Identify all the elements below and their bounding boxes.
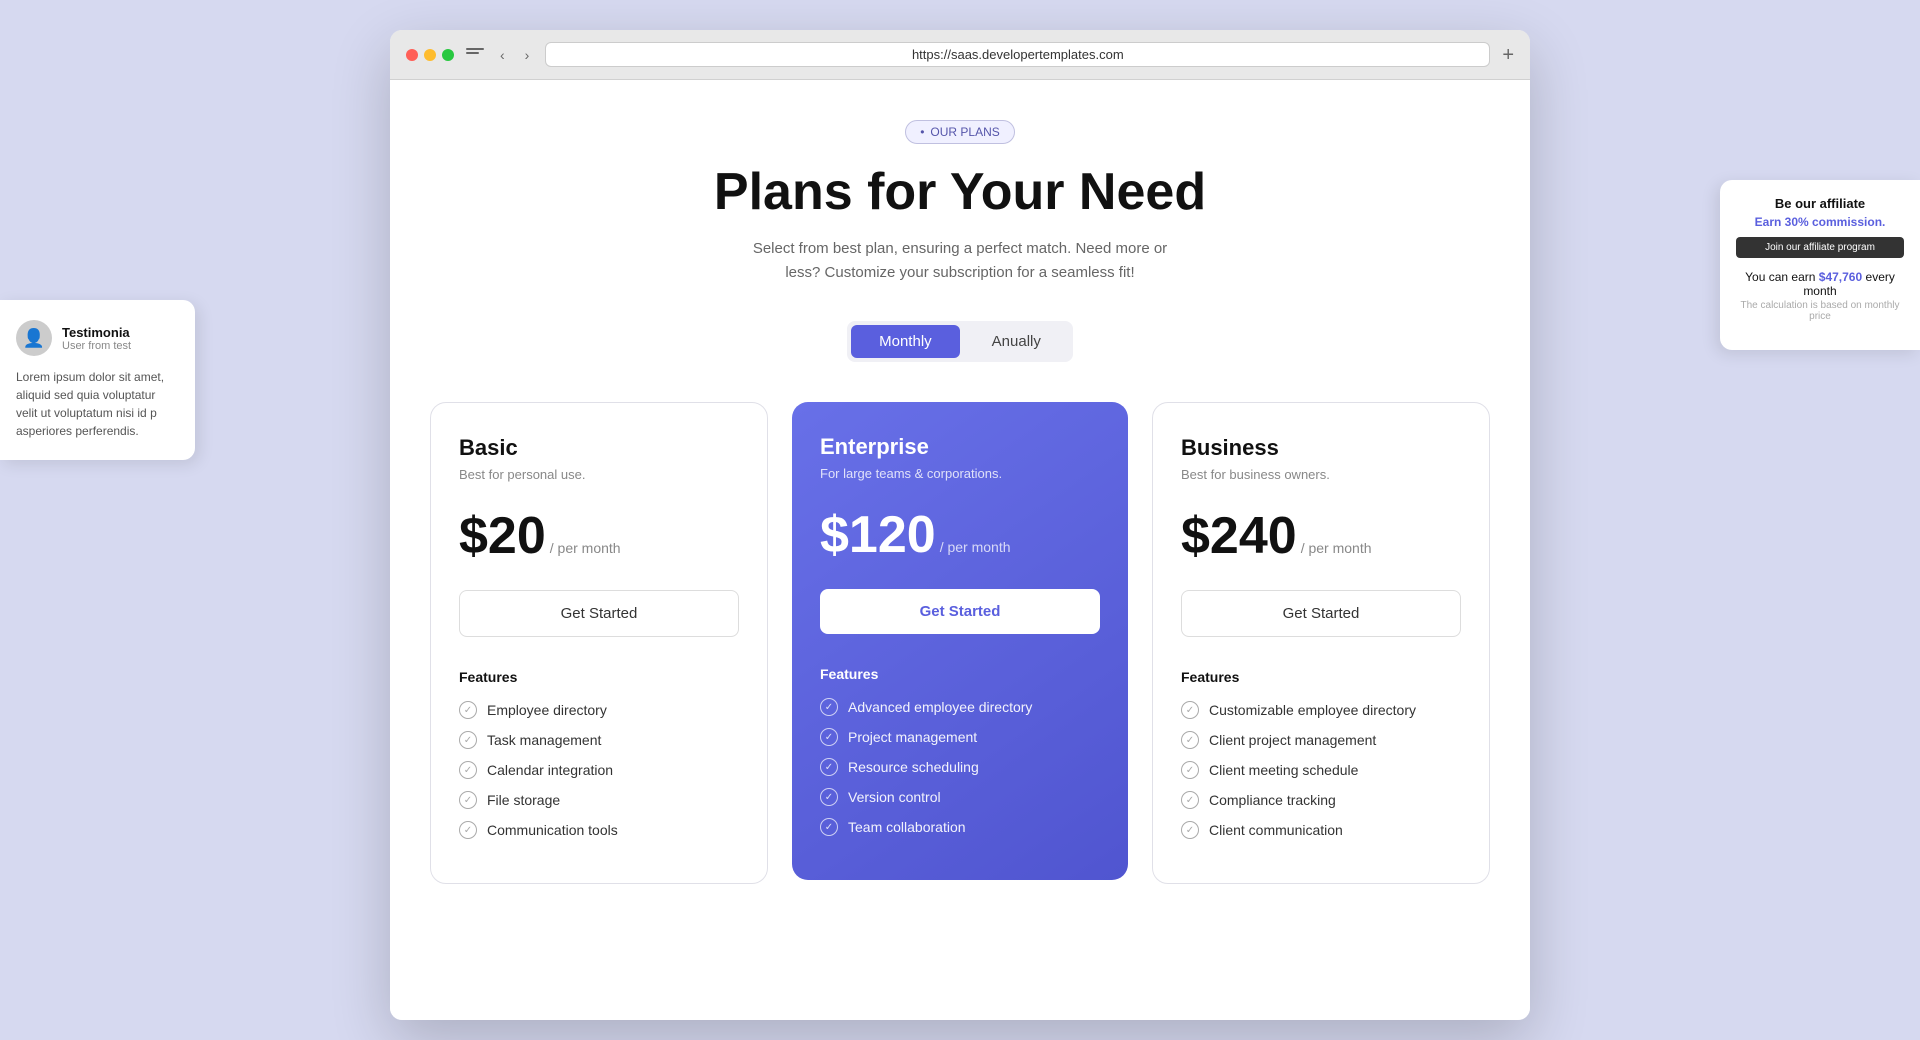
url-bar[interactable]: https://saas.developertemplates.com [545, 42, 1490, 67]
basic-plan-card: Basic Best for personal use. $20 / per m… [430, 402, 768, 884]
new-tab-button[interactable]: + [1502, 45, 1514, 65]
check-icon: ✓ [1181, 821, 1199, 839]
enterprise-plan-name: Enterprise [820, 434, 1100, 460]
check-icon: ✓ [1181, 731, 1199, 749]
check-icon: ✓ [459, 731, 477, 749]
list-item: ✓ Compliance tracking [1181, 791, 1461, 809]
check-icon: ✓ [459, 791, 477, 809]
annually-toggle-button[interactable]: Anually [964, 325, 1069, 358]
browser-content: OUR PLANS Plans for Your Need Select fro… [390, 80, 1530, 1020]
check-icon: ✓ [459, 701, 477, 719]
business-features-label: Features [1181, 669, 1461, 685]
check-icon: ✓ [1181, 791, 1199, 809]
check-icon: ✓ [1181, 761, 1199, 779]
page-subtitle: Select from best plan, ensuring a perfec… [740, 237, 1180, 285]
enterprise-price-amount: $120 [820, 509, 936, 561]
business-price-period: / per month [1301, 540, 1372, 556]
sidebar-toggle-icon[interactable] [466, 48, 484, 62]
affiliate-earn-text: You can earn $47,760 every month [1736, 270, 1904, 298]
list-item: ✓ Advanced employee directory [820, 698, 1100, 716]
minimize-button[interactable] [424, 49, 436, 61]
list-item: ✓ File storage [459, 791, 739, 809]
basic-features-list: ✓ Employee directory ✓ Task management ✓… [459, 701, 739, 839]
enterprise-features-list: ✓ Advanced employee directory ✓ Project … [820, 698, 1100, 836]
basic-features-label: Features [459, 669, 739, 685]
monthly-toggle-button[interactable]: Monthly [851, 325, 960, 358]
business-features-list: ✓ Customizable employee directory ✓ Clie… [1181, 701, 1461, 839]
affiliate-earn-note: The calculation is based on monthly pric… [1736, 300, 1904, 322]
list-item: ✓ Communication tools [459, 821, 739, 839]
check-icon: ✓ [1181, 701, 1199, 719]
plans-grid: Basic Best for personal use. $20 / per m… [430, 402, 1490, 884]
back-button[interactable]: ‹ [496, 45, 509, 65]
basic-price-period: / per month [550, 540, 621, 556]
testimonial-header: 👤 Testimonia User from test [16, 320, 179, 356]
close-button[interactable] [406, 49, 418, 61]
list-item: ✓ Calendar integration [459, 761, 739, 779]
business-plan-name: Business [1181, 435, 1461, 461]
browser-window: ‹ › https://saas.developertemplates.com … [390, 30, 1530, 1020]
business-plan-card: Business Best for business owners. $240 … [1152, 402, 1490, 884]
business-get-started-button[interactable]: Get Started [1181, 590, 1461, 637]
list-item: ✓ Project management [820, 728, 1100, 746]
forward-button[interactable]: › [521, 45, 534, 65]
business-price-amount: $240 [1181, 510, 1297, 562]
list-item: ✓ Team collaboration [820, 818, 1100, 836]
check-icon: ✓ [820, 818, 838, 836]
list-item: ✓ Customizable employee directory [1181, 701, 1461, 719]
list-item: ✓ Client project management [1181, 731, 1461, 749]
basic-plan-desc: Best for personal use. [459, 467, 739, 482]
enterprise-features-label: Features [820, 666, 1100, 682]
enterprise-price-period: / per month [940, 539, 1011, 555]
affiliate-sidebar: Be our affiliate Earn 30% commission. Jo… [1720, 180, 1920, 350]
list-item: ✓ Version control [820, 788, 1100, 806]
check-icon: ✓ [820, 698, 838, 716]
affiliate-headline: Be our affiliate [1736, 196, 1904, 211]
check-icon: ✓ [820, 788, 838, 806]
maximize-button[interactable] [442, 49, 454, 61]
traffic-lights [406, 49, 454, 61]
testimonial-role: User from test [62, 340, 131, 352]
basic-plan-price: $20 / per month [459, 510, 739, 562]
business-plan-price: $240 / per month [1181, 510, 1461, 562]
check-icon: ✓ [820, 728, 838, 746]
enterprise-plan-card: Enterprise For large teams & corporation… [792, 402, 1128, 880]
check-icon: ✓ [820, 758, 838, 776]
list-item: ✓ Client meeting schedule [1181, 761, 1461, 779]
basic-get-started-button[interactable]: Get Started [459, 590, 739, 637]
affiliate-earn-amount: $47,760 [1819, 270, 1862, 284]
list-item: ✓ Employee directory [459, 701, 739, 719]
avatar: 👤 [16, 320, 52, 356]
list-item: ✓ Client communication [1181, 821, 1461, 839]
business-plan-desc: Best for business owners. [1181, 467, 1461, 482]
affiliate-commission: Earn 30% commission. [1736, 215, 1904, 229]
list-item: ✓ Task management [459, 731, 739, 749]
billing-toggle: Monthly Anually [847, 321, 1073, 362]
browser-toolbar: ‹ › https://saas.developertemplates.com … [390, 30, 1530, 80]
enterprise-get-started-button[interactable]: Get Started [820, 589, 1100, 634]
basic-price-amount: $20 [459, 510, 546, 562]
check-icon: ✓ [459, 761, 477, 779]
check-icon: ✓ [459, 821, 477, 839]
page-title: Plans for Your Need [714, 164, 1206, 221]
list-item: ✓ Resource scheduling [820, 758, 1100, 776]
enterprise-plan-desc: For large teams & corporations. [820, 466, 1100, 481]
enterprise-plan-price: $120 / per month [820, 509, 1100, 561]
testimonial-sidebar: 👤 Testimonia User from test Lorem ipsum … [0, 300, 195, 460]
section-badge: OUR PLANS [905, 120, 1015, 144]
testimonial-name: Testimonia [62, 325, 131, 340]
join-affiliate-button[interactable]: Join our affiliate program [1736, 237, 1904, 258]
basic-plan-name: Basic [459, 435, 739, 461]
testimonial-text: Lorem ipsum dolor sit amet, aliquid sed … [16, 368, 179, 440]
